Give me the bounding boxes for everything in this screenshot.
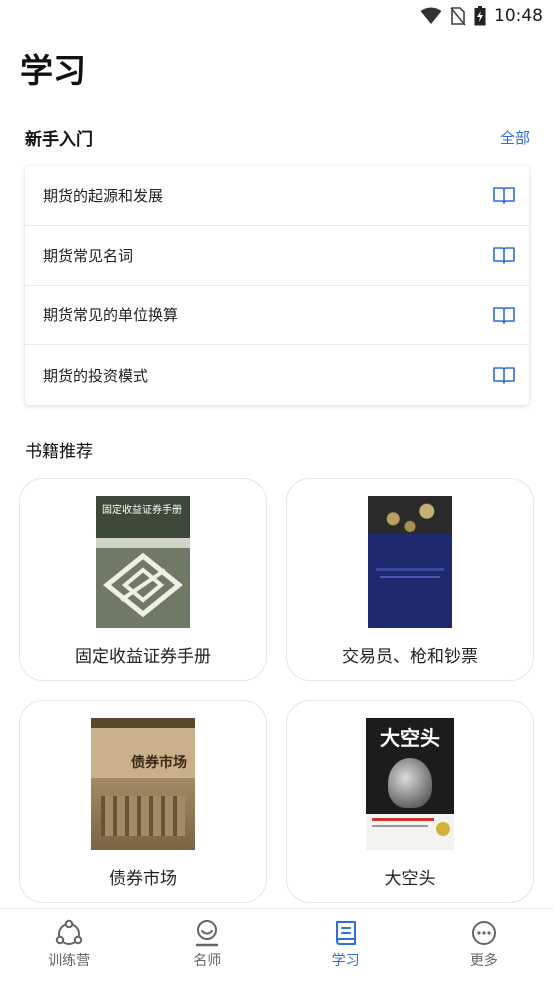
book-card[interactable]: 交易员、枪和钞票 bbox=[286, 478, 534, 681]
book-open-icon bbox=[493, 367, 515, 384]
tab-label: 学习 bbox=[331, 953, 360, 969]
tab-label: 训练营 bbox=[48, 953, 91, 969]
status-time: 10:48 bbox=[494, 6, 543, 26]
tab-study[interactable]: 学习 bbox=[277, 909, 415, 983]
book-open-icon bbox=[493, 187, 515, 205]
book-card[interactable]: 债券市场 债券市场 bbox=[19, 700, 267, 903]
wifi-icon bbox=[420, 7, 442, 24]
list-item-label: 期货常见名词 bbox=[43, 246, 134, 265]
status-bar: 10:48 bbox=[0, 0, 553, 32]
book-open-icon bbox=[493, 247, 515, 264]
book-card[interactable]: 大空头 大空头 bbox=[286, 700, 534, 903]
book-title: 债券市场 bbox=[109, 869, 177, 889]
bottom-tab-bar: 训练营 名师 学习 更多 bbox=[0, 908, 553, 983]
beginner-list: 期货的起源和发展 期货常见名词 期货常见的单位换算 期货的投资模式 bbox=[25, 166, 529, 405]
list-item-label: 期货常见的单位换算 bbox=[43, 306, 179, 325]
camp-icon bbox=[55, 919, 83, 945]
book-open-icon bbox=[493, 307, 515, 324]
list-item[interactable]: 期货的起源和发展 bbox=[25, 166, 529, 226]
cover-logo-icon bbox=[103, 552, 183, 618]
book-title: 交易员、枪和钞票 bbox=[342, 647, 478, 667]
teacher-icon bbox=[196, 920, 219, 947]
beginner-section-header: 新手入门 全部 bbox=[25, 125, 530, 150]
books-section-title: 书籍推荐 bbox=[25, 442, 93, 462]
cover-title: 债券市场 bbox=[131, 755, 187, 771]
list-item-label: 期货的起源和发展 bbox=[43, 186, 164, 205]
tab-teacher[interactable]: 名师 bbox=[138, 909, 276, 983]
beginner-section-title: 新手入门 bbox=[25, 130, 93, 150]
book-cover bbox=[368, 496, 452, 628]
book-title: 固定收益证券手册 bbox=[75, 647, 211, 667]
battery-charging-icon bbox=[474, 6, 486, 26]
view-all-link[interactable]: 全部 bbox=[500, 127, 530, 148]
tab-label: 更多 bbox=[469, 953, 498, 969]
book-cover: 大空头 bbox=[366, 718, 454, 850]
more-icon bbox=[471, 921, 496, 945]
list-item[interactable]: 期货常见名词 bbox=[25, 226, 529, 286]
list-item[interactable]: 期货常见的单位换算 bbox=[25, 286, 529, 346]
page-title: 学习 bbox=[20, 51, 86, 90]
cover-title: 大空头 bbox=[380, 726, 440, 750]
study-book-icon bbox=[335, 921, 356, 945]
tab-more[interactable]: 更多 bbox=[415, 909, 553, 983]
no-sim-icon bbox=[450, 7, 466, 26]
tab-label: 名师 bbox=[193, 953, 222, 969]
tab-camp[interactable]: 训练营 bbox=[0, 909, 138, 983]
list-item-label: 期货的投资模式 bbox=[43, 366, 149, 385]
books-section-header: 书籍推荐 bbox=[25, 437, 530, 462]
cover-title: 固定收益证券手册 bbox=[102, 505, 182, 516]
book-title: 大空头 bbox=[384, 869, 436, 889]
book-cover: 固定收益证券手册 bbox=[96, 496, 190, 628]
status-icons: 10:48 bbox=[420, 4, 543, 28]
book-cover: 债券市场 bbox=[91, 718, 195, 850]
book-card[interactable]: 固定收益证券手册 固定收益证券手册 bbox=[19, 478, 267, 681]
list-item[interactable]: 期货的投资模式 bbox=[25, 345, 529, 405]
